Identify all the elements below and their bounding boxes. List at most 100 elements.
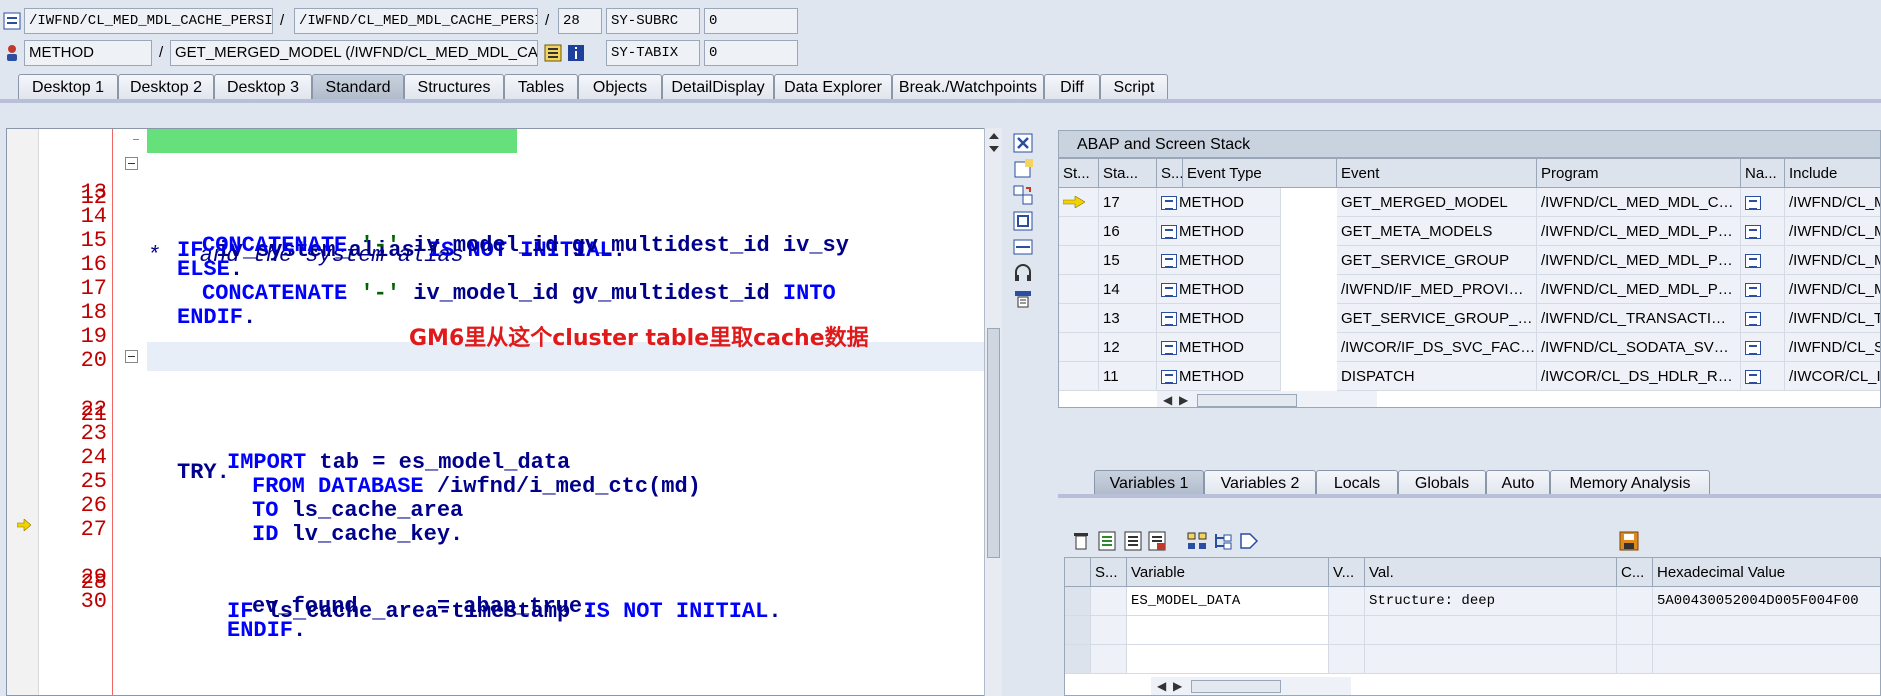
event-name: GET_SERVICE_GROUP: [1337, 246, 1537, 275]
variables-grid: S... Variable V... Val. C... Hexadecimal…: [1064, 557, 1881, 696]
line-number-field[interactable]: 28: [558, 8, 602, 34]
fold-toggle-icon[interactable]: [125, 157, 138, 170]
variables-horizontal-scrollbar[interactable]: ◀ ▶: [1151, 677, 1351, 695]
variable-value[interactable]: Structure: deep: [1365, 587, 1617, 616]
include-field[interactable]: /IWFND/CL_MED_MDL_CACHE_PERSI…: [294, 8, 538, 34]
event-name: DISPATCH: [1337, 362, 1537, 391]
headset-icon[interactable]: [1012, 262, 1034, 284]
column-header[interactable]: Na...: [1741, 159, 1785, 188]
tab-detaildisplay[interactable]: DetailDisplay: [662, 74, 774, 101]
execution-arrow-icon: [17, 519, 31, 531]
hierarchy-icon[interactable]: [1186, 530, 1208, 552]
source-code-editor[interactable]: 12 * and the system alias 13 IF iv_syste…: [6, 128, 986, 696]
delete-icon[interactable]: [1070, 530, 1092, 552]
variable-name-input[interactable]: [1127, 645, 1329, 674]
class-field[interactable]: /IWFND/CL_MED_MDL_CACHE_PERSI…: [24, 8, 273, 34]
tab-script[interactable]: Script: [1100, 74, 1168, 101]
scrollbar-thumb[interactable]: [1197, 394, 1297, 407]
tab-desktop-1[interactable]: Desktop 1: [18, 74, 118, 101]
tab-objects[interactable]: Objects: [578, 74, 662, 101]
scrollbar-thumb[interactable]: [1191, 680, 1281, 693]
tab-auto[interactable]: Auto: [1486, 470, 1550, 497]
maximize-icon[interactable]: [1012, 210, 1034, 232]
navigate-icon[interactable]: [1745, 254, 1761, 269]
tab-desktop-2[interactable]: Desktop 2: [118, 74, 214, 101]
display-list-icon[interactable]: [544, 44, 562, 62]
method-icon: [1161, 196, 1177, 211]
event-name: GET_SERVICE_GROUP_…: [1337, 304, 1537, 333]
column-header[interactable]: Val.: [1365, 558, 1617, 587]
column-header[interactable]: C...: [1617, 558, 1653, 587]
scroll-up-icon[interactable]: [988, 131, 1000, 141]
save-icon[interactable]: [1618, 530, 1640, 552]
event-type: METHOD: [1179, 281, 1244, 298]
event-type-field[interactable]: METHOD: [24, 40, 152, 66]
scroll-left-icon[interactable]: ◀: [1163, 391, 1172, 407]
new-tool-icon[interactable]: [1012, 158, 1034, 180]
tab-structures[interactable]: Structures: [404, 74, 504, 101]
column-header[interactable]: S...: [1091, 558, 1127, 587]
tag-icon[interactable]: [1238, 530, 1260, 552]
column-header[interactable]: Event: [1337, 159, 1537, 188]
navigate-icon[interactable]: [1745, 196, 1761, 211]
tab-variables-1[interactable]: Variables 1: [1094, 470, 1204, 497]
column-header[interactable]: Include: [1785, 159, 1880, 188]
close-icon[interactable]: [1012, 132, 1034, 154]
column-header[interactable]: Variable: [1127, 558, 1329, 587]
scrollbar-thumb[interactable]: [987, 328, 1000, 558]
split-icon[interactable]: [1012, 236, 1034, 258]
event-name: GET_MERGED_MODEL: [1337, 188, 1537, 217]
event-type: METHOD: [1179, 368, 1244, 385]
column-header[interactable]: Sta...: [1099, 159, 1157, 188]
tree-icon[interactable]: [1212, 530, 1234, 552]
column-header[interactable]: Event Type: [1183, 159, 1337, 188]
list-icon[interactable]: [1122, 530, 1144, 552]
tab-data-explorer[interactable]: Data Explorer: [774, 74, 892, 101]
tab-memory-analysis[interactable]: Memory Analysis: [1550, 470, 1710, 497]
tab-standard[interactable]: Standard: [312, 74, 404, 101]
column-header[interactable]: V...: [1329, 558, 1365, 587]
fold-toggle-icon[interactable]: [125, 350, 138, 363]
method-field[interactable]: GET_MERGED_MODEL (/IWFND/CL_MED_MDL_CACH…: [170, 40, 538, 66]
variable-hex-value: 5A00430052004D005F004F00: [1653, 587, 1880, 616]
swap-tool-icon[interactable]: [1012, 184, 1034, 206]
stack-level: 14: [1099, 275, 1157, 304]
event-type: METHOD: [1179, 194, 1244, 211]
navigate-icon[interactable]: [1745, 283, 1761, 298]
navigate-icon[interactable]: [1745, 341, 1761, 356]
variables-tab-bar: Variables 1 Variables 2 Locals Globals A…: [1058, 467, 1881, 497]
tab-desktop-3[interactable]: Desktop 3: [214, 74, 312, 101]
program-name: /IWFND/CL_MED_MDL_C…: [1537, 188, 1741, 217]
info-icon[interactable]: [567, 44, 585, 62]
editor-vertical-scrollbar[interactable]: [984, 128, 1002, 696]
column-header[interactable]: St...: [1059, 159, 1099, 188]
program-name: /IWFND/CL_MED_MDL_P…: [1537, 217, 1741, 246]
column-header[interactable]: Hexadecimal Value: [1653, 558, 1880, 587]
tab-diff[interactable]: Diff: [1044, 74, 1100, 101]
list-green-icon[interactable]: [1096, 530, 1118, 552]
stack-level: 17: [1099, 188, 1157, 217]
column-header[interactable]: S...: [1157, 159, 1183, 188]
scroll-down-icon[interactable]: [988, 144, 1000, 154]
list-red-icon[interactable]: [1146, 530, 1168, 552]
settings-tool-icon[interactable]: [1012, 288, 1034, 310]
stack-level: 15: [1099, 246, 1157, 275]
event-type: METHOD: [1179, 339, 1244, 356]
navigate-icon[interactable]: [1745, 225, 1761, 240]
scroll-right-icon[interactable]: ▶: [1173, 677, 1182, 695]
stack-horizontal-scrollbar[interactable]: ◀ ▶: [1157, 391, 1377, 407]
class-icon: [3, 12, 21, 30]
tab-globals[interactable]: Globals: [1398, 470, 1486, 497]
navigate-icon[interactable]: [1745, 370, 1761, 385]
variable-name-input[interactable]: ES_MODEL_DATA: [1127, 587, 1329, 616]
scroll-left-icon[interactable]: ◀: [1157, 677, 1166, 695]
navigate-icon[interactable]: [1745, 312, 1761, 327]
tab-tables[interactable]: Tables: [504, 74, 578, 101]
tab-variables-2[interactable]: Variables 2: [1204, 470, 1316, 497]
tab-breakpoints[interactable]: Break./Watchpoints: [892, 74, 1044, 101]
tab-locals[interactable]: Locals: [1316, 470, 1398, 497]
column-header[interactable]: Program: [1537, 159, 1741, 188]
variables-tab-underline: [1058, 494, 1881, 498]
variable-name-input[interactable]: [1127, 616, 1329, 645]
scroll-right-icon[interactable]: ▶: [1179, 391, 1188, 407]
